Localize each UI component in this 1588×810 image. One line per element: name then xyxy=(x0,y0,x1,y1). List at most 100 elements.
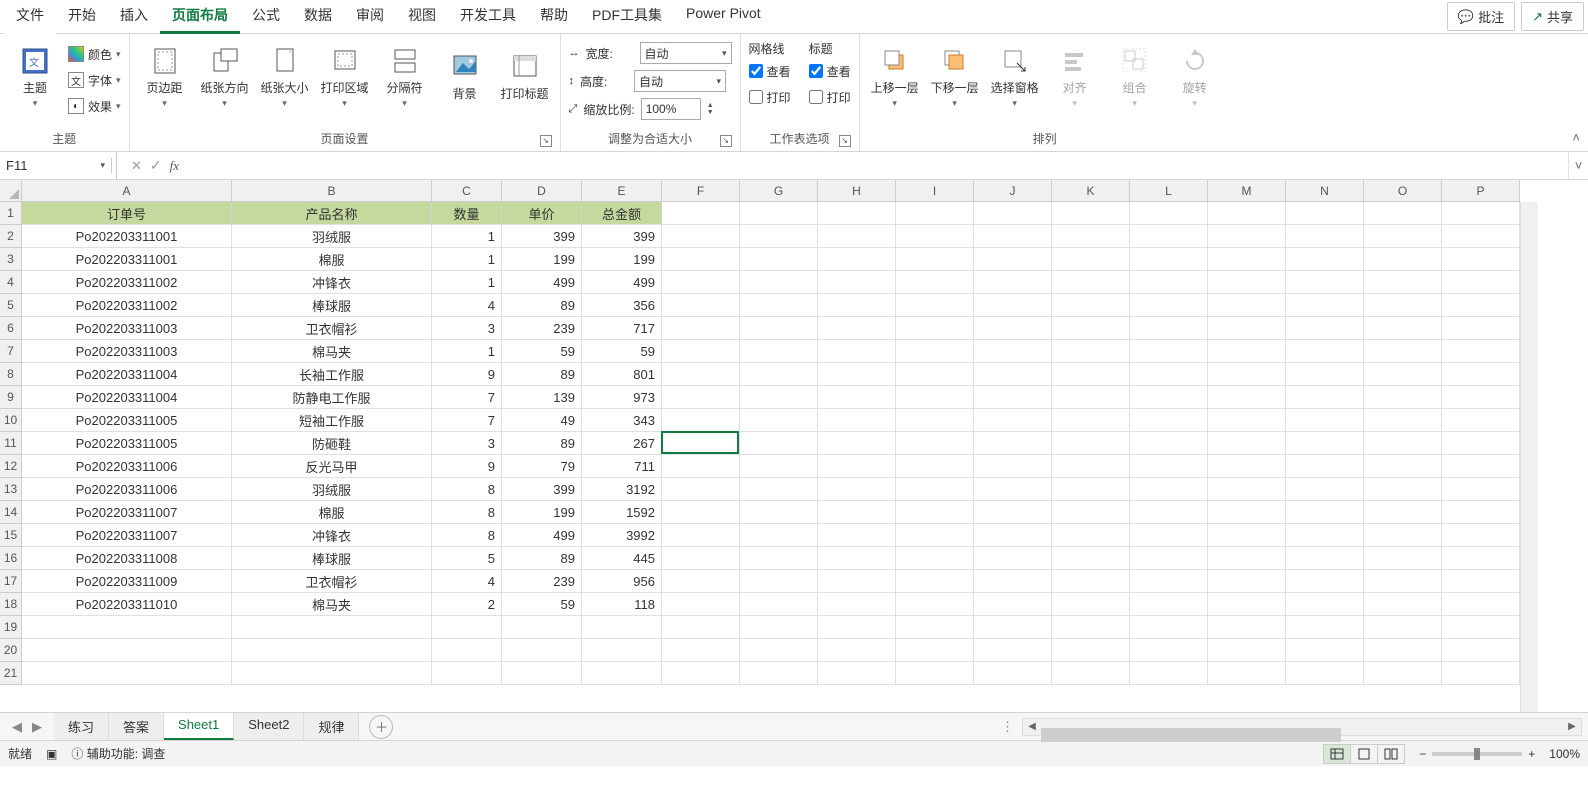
cell-L7[interactable] xyxy=(1130,340,1208,363)
cell-L5[interactable] xyxy=(1130,294,1208,317)
cell-L16[interactable] xyxy=(1130,547,1208,570)
cell-P4[interactable] xyxy=(1442,271,1520,294)
zoom-slider[interactable]: − + xyxy=(1419,747,1535,761)
cell-F13[interactable] xyxy=(662,478,740,501)
cell-B4[interactable]: 冲锋衣 xyxy=(232,271,432,294)
cell-K5[interactable] xyxy=(1052,294,1130,317)
cell-G14[interactable] xyxy=(740,501,818,524)
cell-O1[interactable] xyxy=(1364,202,1442,225)
cell-K6[interactable] xyxy=(1052,317,1130,340)
cell-H11[interactable] xyxy=(818,432,896,455)
cell-K20[interactable] xyxy=(1052,639,1130,662)
cell-F6[interactable] xyxy=(662,317,740,340)
cell-C12[interactable]: 9 xyxy=(432,455,502,478)
cancel-icon[interactable]: ✕ xyxy=(131,158,142,174)
cell-O14[interactable] xyxy=(1364,501,1442,524)
margins-button[interactable]: 页边距▾ xyxy=(138,38,192,116)
cell-D11[interactable]: 89 xyxy=(502,432,582,455)
cell-A3[interactable]: Po202203311001 xyxy=(22,248,232,271)
cell-H8[interactable] xyxy=(818,363,896,386)
cell-C21[interactable] xyxy=(432,662,502,685)
cell-O18[interactable] xyxy=(1364,593,1442,616)
cell-M2[interactable] xyxy=(1208,225,1286,248)
cell-I17[interactable] xyxy=(896,570,974,593)
cell-N13[interactable] xyxy=(1286,478,1364,501)
column-header-G[interactable]: G xyxy=(740,180,818,202)
cell-O7[interactable] xyxy=(1364,340,1442,363)
cell-H14[interactable] xyxy=(818,501,896,524)
row-header-16[interactable]: 16 xyxy=(0,547,22,570)
menu-tab-1[interactable]: 开始 xyxy=(56,0,108,34)
fonts-button[interactable]: 文 字体 ▾ xyxy=(68,68,121,92)
add-sheet-button[interactable]: ＋ xyxy=(369,715,393,739)
cell-G15[interactable] xyxy=(740,524,818,547)
page-break-view-button[interactable] xyxy=(1377,744,1405,764)
column-header-L[interactable]: L xyxy=(1130,180,1208,202)
cell-E20[interactable] xyxy=(582,639,662,662)
headings-print-checkbox[interactable] xyxy=(809,90,823,104)
cell-I2[interactable] xyxy=(896,225,974,248)
page-layout-view-button[interactable] xyxy=(1350,744,1378,764)
cell-J10[interactable] xyxy=(974,409,1052,432)
cell-O20[interactable] xyxy=(1364,639,1442,662)
cell-G1[interactable] xyxy=(740,202,818,225)
cell-K11[interactable] xyxy=(1052,432,1130,455)
cell-K13[interactable] xyxy=(1052,478,1130,501)
cell-C13[interactable]: 8 xyxy=(432,478,502,501)
cell-I20[interactable] xyxy=(896,639,974,662)
cell-D2[interactable]: 399 xyxy=(502,225,582,248)
menu-tab-2[interactable]: 插入 xyxy=(108,0,160,34)
cell-D10[interactable]: 49 xyxy=(502,409,582,432)
cell-N6[interactable] xyxy=(1286,317,1364,340)
cell-A18[interactable]: Po202203311010 xyxy=(22,593,232,616)
enter-icon[interactable]: ✓ xyxy=(150,157,162,174)
cell-P9[interactable] xyxy=(1442,386,1520,409)
cell-C2[interactable]: 1 xyxy=(432,225,502,248)
sheet-nav-prev[interactable]: ◀ xyxy=(12,719,22,735)
cell-G20[interactable] xyxy=(740,639,818,662)
cell-K21[interactable] xyxy=(1052,662,1130,685)
cell-I15[interactable] xyxy=(896,524,974,547)
row-header-3[interactable]: 3 xyxy=(0,248,22,271)
cell-P12[interactable] xyxy=(1442,455,1520,478)
row-header-13[interactable]: 13 xyxy=(0,478,22,501)
cell-I6[interactable] xyxy=(896,317,974,340)
cell-P17[interactable] xyxy=(1442,570,1520,593)
cell-F12[interactable] xyxy=(662,455,740,478)
cell-K18[interactable] xyxy=(1052,593,1130,616)
cell-L17[interactable] xyxy=(1130,570,1208,593)
cell-P7[interactable] xyxy=(1442,340,1520,363)
cell-J20[interactable] xyxy=(974,639,1052,662)
cell-N14[interactable] xyxy=(1286,501,1364,524)
cell-L20[interactable] xyxy=(1130,639,1208,662)
cell-C19[interactable] xyxy=(432,616,502,639)
cell-C7[interactable]: 1 xyxy=(432,340,502,363)
cell-P3[interactable] xyxy=(1442,248,1520,271)
row-header-5[interactable]: 5 xyxy=(0,294,22,317)
cell-J5[interactable] xyxy=(974,294,1052,317)
cell-E13[interactable]: 3192 xyxy=(582,478,662,501)
cell-L2[interactable] xyxy=(1130,225,1208,248)
share-button[interactable]: ↗ 共享 xyxy=(1521,2,1584,31)
cell-G5[interactable] xyxy=(740,294,818,317)
horizontal-scrollbar[interactable]: ◀ ▶ xyxy=(1022,718,1582,736)
cell-J13[interactable] xyxy=(974,478,1052,501)
cell-B12[interactable]: 反光马甲 xyxy=(232,455,432,478)
comments-button[interactable]: 💬 批注 xyxy=(1447,2,1515,31)
cell-P18[interactable] xyxy=(1442,593,1520,616)
cell-G3[interactable] xyxy=(740,248,818,271)
cell-A16[interactable]: Po202203311008 xyxy=(22,547,232,570)
cell-B3[interactable]: 棉服 xyxy=(232,248,432,271)
cell-I3[interactable] xyxy=(896,248,974,271)
cell-A4[interactable]: Po202203311002 xyxy=(22,271,232,294)
cell-E18[interactable]: 118 xyxy=(582,593,662,616)
cell-H21[interactable] xyxy=(818,662,896,685)
cell-E10[interactable]: 343 xyxy=(582,409,662,432)
menu-tab-7[interactable]: 视图 xyxy=(396,0,448,34)
cell-L15[interactable] xyxy=(1130,524,1208,547)
sheet-tab-Sheet2[interactable]: Sheet2 xyxy=(234,713,304,740)
scroll-left-icon[interactable]: ◀ xyxy=(1023,721,1041,732)
cell-L18[interactable] xyxy=(1130,593,1208,616)
cell-C1[interactable]: 数量 xyxy=(432,202,502,225)
cell-K10[interactable] xyxy=(1052,409,1130,432)
